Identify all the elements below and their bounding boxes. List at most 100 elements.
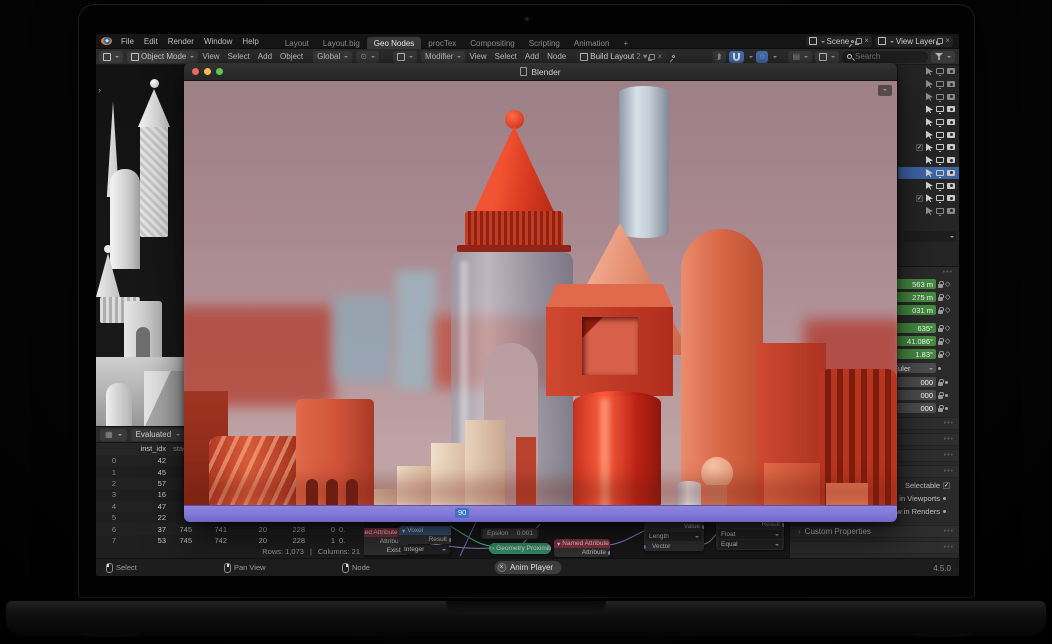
socket-position[interactable]: [549, 546, 551, 550]
viewport-menu-add[interactable]: Add: [254, 52, 276, 61]
viewport-menu-select[interactable]: Select: [224, 52, 254, 61]
node-named-attribute[interactable]: ▾Named Attribute Attribute: [554, 539, 610, 557]
keyframe-diamond-icon[interactable]: ◇: [945, 324, 950, 332]
vector-math-operation-dropdown[interactable]: Length: [646, 532, 702, 541]
node-tree-datablock[interactable]: Build Layout 2 ♥ ×: [576, 51, 666, 63]
viewport-menu-view[interactable]: View: [198, 52, 223, 61]
node-vector-math[interactable]: Value Length Vector: [644, 522, 704, 551]
outliner-row[interactable]: [898, 128, 959, 141]
lock-icon[interactable]: [938, 341, 943, 345]
render-timeline-strip[interactable]: 90: [184, 505, 897, 522]
outliner-row[interactable]: [898, 103, 959, 116]
socket-value[interactable]: [702, 525, 704, 529]
node-voxel[interactable]: ▾Voxel Result Integer: [399, 526, 451, 555]
outliner-row[interactable]: ✓: [898, 192, 959, 205]
scene-selector[interactable]: Scene ×: [806, 36, 872, 47]
snap-magnet-toggle[interactable]: [729, 51, 744, 63]
lock-icon[interactable]: [938, 354, 943, 358]
proportional-edit-toggle[interactable]: ◌: [756, 51, 769, 63]
outliner-collection-filter[interactable]: [815, 51, 839, 63]
node-tree-type-button[interactable]: [393, 51, 417, 63]
tab-animation[interactable]: Animation: [567, 37, 617, 49]
keyframe-diamond-icon[interactable]: ◇: [945, 306, 950, 314]
decorator-dot[interactable]: [945, 381, 948, 384]
node-menu-add[interactable]: Add: [521, 52, 543, 61]
node-geometry-proximity[interactable]: ›Geometry Proximity: [489, 543, 551, 554]
transform-orientation-dropdown[interactable]: Global: [313, 51, 352, 63]
socket-result[interactable]: [449, 538, 451, 542]
compare-operation-dropdown[interactable]: Equal: [718, 540, 782, 549]
table-row[interactable]: 6377457412022800.: [96, 523, 364, 534]
parenting-button[interactable]: ⮭: [713, 51, 726, 63]
keyframe-diamond-icon[interactable]: ◇: [945, 337, 950, 345]
lock-icon[interactable]: [938, 297, 943, 301]
keyframe-diamond-icon[interactable]: ◇: [945, 280, 950, 288]
maximize-traffic-light[interactable]: [216, 68, 223, 75]
copy-icon[interactable]: [937, 38, 943, 44]
outliner-row[interactable]: [898, 90, 959, 103]
node-epsilon-fragment[interactable]: Epsilon 0.001: [481, 528, 539, 539]
outliner-row[interactable]: [898, 205, 959, 218]
node-compare[interactable]: Result Float Equal: [716, 520, 784, 550]
tab-layout[interactable]: Layout: [278, 37, 316, 49]
decorator-dot[interactable]: [945, 394, 948, 397]
custom-properties-section[interactable]: ›Custom Properties •••: [790, 525, 959, 538]
tab-layout-big[interactable]: Layout.big: [316, 37, 367, 49]
add-workspace-button[interactable]: +: [616, 37, 635, 49]
lock-icon[interactable]: [938, 328, 943, 332]
menu-render[interactable]: Render: [163, 37, 199, 46]
outliner-row[interactable]: [898, 154, 959, 167]
tab-compositing[interactable]: Compositing: [463, 37, 521, 49]
editor-type-button[interactable]: ▦: [100, 429, 127, 441]
fake-user-icon[interactable]: ♥: [643, 53, 648, 61]
table-row[interactable]: 7537457422022810.: [96, 535, 364, 546]
modifier-dropdown[interactable]: Modifier: [421, 51, 465, 63]
checkbox-checked[interactable]: ✓: [916, 195, 923, 202]
lock-icon[interactable]: [938, 310, 943, 314]
editor-type-button[interactable]: [99, 51, 123, 63]
decorator-dot[interactable]: [943, 510, 946, 513]
outliner-filter-button[interactable]: [931, 51, 955, 63]
current-frame-badge[interactable]: 90: [455, 508, 469, 518]
node-menu-select[interactable]: Select: [491, 52, 521, 61]
lock-icon[interactable]: [938, 284, 943, 288]
compare-type-dropdown[interactable]: Float: [718, 530, 782, 539]
close-icon[interactable]: ×: [864, 37, 869, 45]
tab-scripting[interactable]: Scripting: [522, 37, 567, 49]
outliner-display-mode[interactable]: ▤: [788, 51, 812, 63]
outliner-row[interactable]: ✓: [898, 141, 959, 154]
decorator-dot[interactable]: [945, 407, 948, 410]
tab-proctex[interactable]: procTex: [421, 37, 463, 49]
menu-file[interactable]: File: [116, 37, 139, 46]
outliner-footer-dropdown[interactable]: [904, 231, 956, 242]
unlink-icon[interactable]: ×: [657, 53, 662, 61]
menu-help[interactable]: Help: [237, 37, 263, 46]
toolbar-expander-icon[interactable]: ›: [98, 85, 101, 95]
pin-icon[interactable]: [851, 39, 855, 43]
dataset-dropdown[interactable]: Evaluated: [131, 429, 186, 441]
sidebar-expander-icon[interactable]: ›: [187, 93, 190, 103]
socket-result[interactable]: [782, 523, 784, 527]
view-layer-selector[interactable]: View Layer ×: [875, 36, 953, 47]
lock-icon[interactable]: [938, 408, 943, 412]
outliner-row[interactable]: [898, 116, 959, 129]
anim-player-status[interactable]: × Anim Player: [494, 561, 561, 574]
render-view-dropdown[interactable]: [878, 85, 892, 96]
menu-window[interactable]: Window: [199, 37, 237, 46]
viewport-menu-object[interactable]: Object: [276, 52, 307, 61]
node-menu-node[interactable]: Node: [543, 52, 570, 61]
outliner-panel[interactable]: ✓ ✓: [897, 65, 959, 266]
object-mode-dropdown[interactable]: Object Mode: [127, 51, 198, 63]
outliner-row-selected[interactable]: [898, 167, 959, 180]
checkbox-checked[interactable]: ✓: [916, 144, 923, 151]
outliner-row[interactable]: [898, 65, 959, 78]
render-window-titlebar[interactable]: Blender: [184, 63, 897, 81]
close-icon[interactable]: ×: [945, 37, 950, 45]
blender-logo-icon[interactable]: [101, 37, 112, 45]
decorator-dot[interactable]: [938, 367, 941, 370]
properties-section[interactable]: •••: [790, 541, 959, 554]
menu-edit[interactable]: Edit: [139, 37, 163, 46]
users-count-badge[interactable]: 2: [636, 53, 640, 61]
socket-attribute[interactable]: [608, 551, 610, 555]
snap-options-chevron[interactable]: [749, 56, 753, 60]
